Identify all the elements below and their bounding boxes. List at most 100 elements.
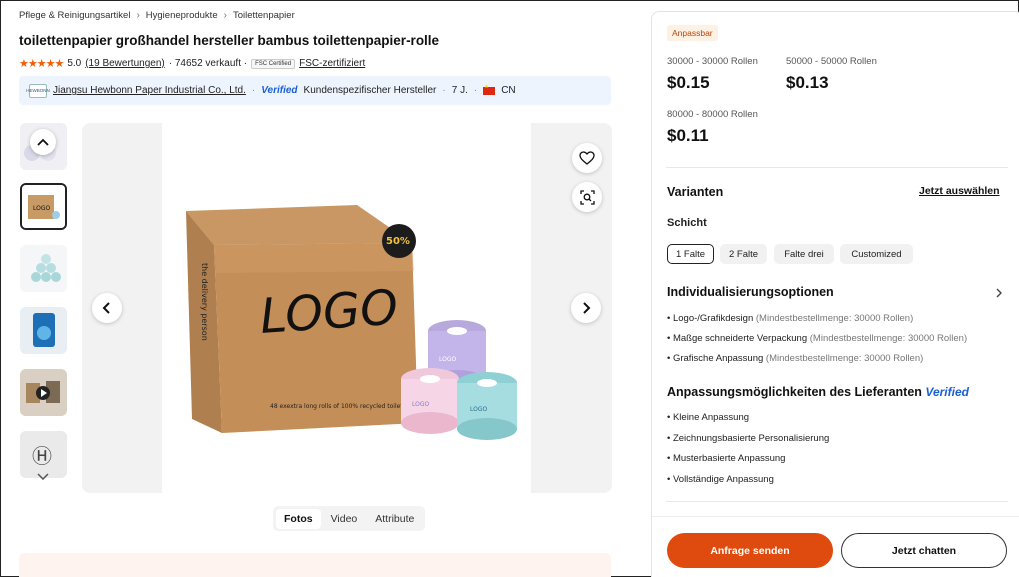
supplier-name-link[interactable]: Jiangsu Hewbonn Paper Industrial Co., Lt… [53, 85, 246, 96]
verified-badge: Verified [925, 385, 969, 399]
image-search-icon [579, 189, 595, 205]
panel-footer-divider [652, 516, 1019, 517]
separator-dot: · [251, 85, 256, 96]
divider [666, 167, 1008, 168]
supplier-customization-item: • Vollständige Anpassung [667, 474, 774, 485]
option-name: Logo-/Grafikdesign [672, 313, 754, 324]
reviews-link[interactable]: (19 Bewertungen) [85, 58, 165, 69]
box-side-text: the delivery person [200, 263, 209, 341]
favorite-button[interactable] [572, 143, 602, 173]
chat-now-button[interactable]: Jetzt chatten [841, 533, 1007, 568]
svg-text:Ⓗ: Ⓗ [32, 444, 52, 468]
layer-option-custom[interactable]: Customized [840, 244, 913, 264]
fsc-link[interactable]: FSC-zertifiziert [299, 58, 365, 69]
thumbnails-up-button[interactable] [30, 129, 56, 155]
media-tabs: Fotos Video Attribute [273, 506, 426, 531]
layer-title: Schicht [667, 217, 707, 229]
price-tier: 50000 - 50000 Rollen $0.13 [786, 56, 877, 93]
thumbnail-box[interactable]: LOGO [20, 183, 67, 230]
option-moq: (Mindestbestellmenge: 30000 Rollen) [765, 353, 924, 364]
verified-badge: Verified [261, 85, 298, 96]
chevron-right-icon: › [223, 10, 227, 21]
customization-option: • Grafische Anpassung (Mindestbestellmen… [667, 353, 924, 364]
price-tier: 80000 - 80000 Rollen $0.11 [667, 109, 758, 146]
tier-price: $0.13 [786, 73, 829, 92]
tab-video[interactable]: Video [323, 509, 366, 529]
thumbnail-pyramid[interactable] [20, 245, 67, 292]
customization-title: Individualisierungsoptionen [667, 285, 834, 299]
svg-text:LOGO: LOGO [33, 205, 51, 212]
star-rating-icon: ★★★★★ [19, 58, 64, 70]
customization-expand-button[interactable] [995, 286, 1003, 304]
promo-strip [19, 553, 611, 577]
product-box-image: the delivery person LOGO 48 exextra long… [186, 205, 517, 440]
main-image-stage: the delivery person LOGO 48 exextra long… [82, 123, 612, 493]
package-thumbnail-image [20, 307, 67, 354]
chevron-down-icon [37, 473, 49, 481]
breadcrumb: Pflege & Reinigungsartikel › Hygieneprod… [19, 10, 295, 21]
fsc-badge: FSC Certified [251, 58, 296, 69]
option-name: Maßge schneiderte Verpackung [672, 333, 808, 344]
variants-title: Varianten [667, 185, 724, 199]
supplier-years: 7 J. [451, 85, 468, 96]
tab-photos[interactable]: Fotos [276, 508, 321, 529]
box-caption: 48 exextra long rolls of 100% recycled t… [270, 403, 403, 410]
select-variants-link[interactable]: Jetzt auswählen [919, 185, 1000, 197]
main-image-area: the delivery person LOGO 48 exextra long… [162, 123, 531, 493]
send-inquiry-button[interactable]: Anfrage senden [667, 533, 833, 568]
customizable-badge: Anpassbar [667, 25, 718, 41]
breadcrumb-item[interactable]: Pflege & Reinigungsartikel [19, 10, 130, 21]
roll-logo: LOGO [412, 401, 430, 408]
sold-count: · 74652 verkauft · [168, 58, 248, 69]
video-thumbnail-image [20, 369, 67, 416]
tier-price: $0.15 [667, 73, 710, 92]
chevron-up-icon [37, 138, 49, 146]
product-title: toilettenpapier großhandel hersteller ba… [19, 33, 440, 48]
china-flag-icon [483, 84, 496, 95]
tier-quantity: 80000 - 80000 Rollen [667, 109, 758, 120]
item-label: Kleine Anpassung [672, 412, 750, 423]
tier-quantity: 30000 - 30000 Rollen [667, 56, 758, 67]
thumbnails-down-button[interactable] [37, 467, 49, 485]
rating-value: 5.0 [67, 58, 82, 69]
supplier-customization-item: • Zeichnungsbasierte Personalisierung [667, 433, 830, 444]
layer-option-2[interactable]: 2 Falte [720, 244, 767, 264]
pyramid-thumbnail-image [20, 245, 67, 292]
tier-price: $0.11 [667, 126, 709, 145]
chevron-right-icon [583, 302, 591, 314]
supplier-customization-item: • Musterbasierte Anpassung [667, 453, 786, 464]
supplier-customization-title: Anpassungsmöglichkeiten des Lieferanten … [667, 385, 969, 399]
roll-logo: LOGO [439, 356, 457, 363]
supplier-customization-item: • Kleine Anpassung [667, 412, 750, 423]
option-moq: (Mindestbestellmenge: 30000 Rollen) [809, 333, 968, 344]
tier-quantity: 50000 - 50000 Rollen [786, 56, 877, 67]
next-image-button[interactable] [571, 293, 601, 323]
chevron-right-icon: › [136, 10, 140, 21]
tab-attributes[interactable]: Attribute [367, 509, 422, 529]
breadcrumb-item[interactable]: Hygieneprodukte [146, 10, 218, 21]
box-thumbnail-image: LOGO [22, 185, 65, 228]
roll-logo: LOGO [470, 406, 488, 413]
item-label: Vollständige Anpassung [672, 474, 774, 485]
layer-option-3[interactable]: Falte drei [774, 244, 834, 264]
supplier-type: Kundenspezifischer Hersteller [303, 85, 437, 96]
box-logo: LOGO [258, 279, 400, 344]
option-name: Grafische Anpassung [672, 353, 764, 364]
visual-search-button[interactable] [572, 182, 602, 212]
customization-option: • Logo-/Grafikdesign (Mindestbestellmeng… [667, 313, 914, 324]
thumbnail-video[interactable] [20, 369, 67, 416]
rating-row: ★★★★★ 5.0 (19 Bewertungen) · 74652 verka… [19, 57, 365, 70]
breadcrumb-item[interactable]: Toilettenpapier [233, 10, 295, 21]
separator-dot: · [442, 85, 446, 96]
layer-option-1[interactable]: 1 Falte [667, 244, 714, 264]
thumbnail-package[interactable] [20, 307, 67, 354]
item-label: Musterbasierte Anpassung [672, 453, 786, 464]
separator-dot: · [473, 85, 478, 96]
box-badge: 50% [386, 236, 410, 247]
supplier-logo: HEWBONN [26, 83, 50, 98]
customization-option: • Maßge schneiderte Verpackung (Mindestb… [667, 333, 968, 344]
supplier-customization-label: Anpassungsmöglichkeiten des Lieferanten [667, 385, 922, 399]
price-tier: 30000 - 30000 Rollen $0.15 [667, 56, 758, 93]
previous-image-button[interactable] [92, 293, 122, 323]
divider [666, 501, 1008, 502]
